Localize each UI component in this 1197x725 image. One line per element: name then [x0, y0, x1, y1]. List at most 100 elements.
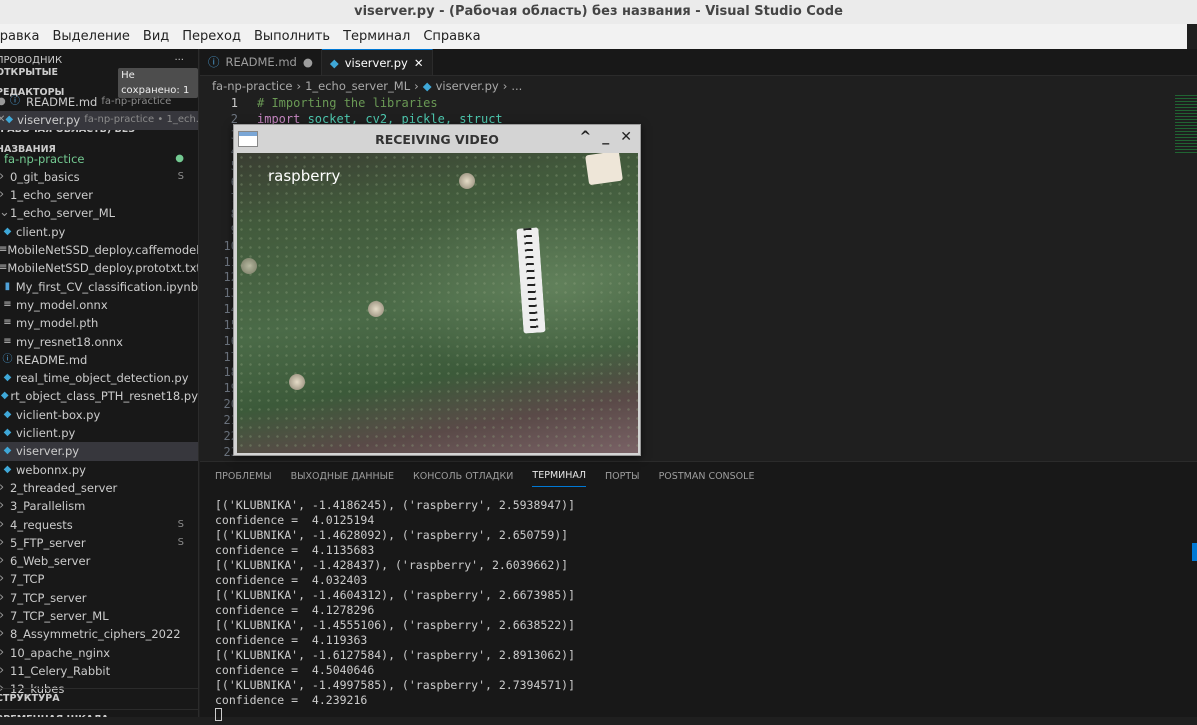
minimap[interactable] [1175, 95, 1197, 155]
tree-item-label: viserver.py [16, 444, 80, 459]
tree-item[interactable]: ›3_Parallelism [0, 497, 198, 515]
detection-label: raspberry [268, 167, 341, 185]
tab-viserver-py[interactable]: ◆ viserver.py ✕ [321, 49, 433, 75]
chevron-right-icon: › [0, 625, 10, 643]
open-editor-item[interactable]: ✕◆viserver.pyfa-np-practice • 1_ech... [0, 111, 199, 130]
chevron-right-icon: › [0, 570, 10, 588]
tree-item[interactable]: ◆ viserver.py [0, 442, 198, 461]
tree-item[interactable]: ◆ viclient-box.py [0, 406, 198, 424]
breadcrumb-item[interactable]: viserver.py [436, 79, 499, 93]
tab-README-md[interactable]: ⓘ README.md ● [200, 49, 322, 75]
panel-tab[interactable]: POSTMAN CONSOLE [659, 466, 755, 487]
terminal[interactable]: [('KLUBNIKA', -1.4186245), ('raspberry',… [200, 498, 1197, 723]
tree-item[interactable]: ›6_Web_server [0, 552, 198, 570]
tree-item[interactable]: ›10_apache_nginx [0, 644, 198, 662]
tree-item[interactable]: ≡ my_resnet18.onnx [0, 333, 198, 351]
tree-item[interactable]: ≡ my_model.onnx [0, 296, 198, 314]
tree-item[interactable]: ≡MobileNetSSD_deploy.prototxt.txt [0, 259, 198, 277]
menu-item[interactable]: Правка [0, 24, 39, 49]
video-window-titlebar[interactable]: RECEIVING VIDEO ^ _ ✕ [234, 125, 640, 153]
tree-item-label: 1_echo_server_ML [10, 206, 116, 221]
tree-item[interactable]: ›1_echo_server [0, 186, 198, 204]
tree-item[interactable]: ◆ real_time_object_detection.py [0, 369, 198, 387]
unsaved-dot-icon[interactable]: ● [0, 93, 8, 111]
panel-tab[interactable]: ТЕРМИНАЛ [532, 465, 587, 487]
tree-item[interactable]: ›11_Celery_Rabbit [0, 662, 198, 680]
git-status: S [177, 170, 184, 182]
menu-item[interactable]: Переход [182, 24, 241, 49]
tree-item[interactable]: ›7_TCP [0, 570, 198, 588]
minimize-button[interactable]: _ [602, 129, 609, 145]
tree-item[interactable]: ≡ my_model.pth [0, 314, 198, 332]
terminal-line: [('KLUBNIKA', -1.6127584), ('raspberry',… [215, 648, 576, 662]
tree-item[interactable]: ▮ My_first_CV_classification.ipynb [0, 278, 198, 296]
open-editor-desc: fa-np-practice • 1_ech... [84, 114, 199, 126]
video-window-title: RECEIVING VIDEO [375, 131, 499, 147]
python-icon: ◆ [3, 372, 12, 384]
maximize-button[interactable]: ^ [580, 129, 592, 145]
menu-item[interactable]: Вид [143, 24, 169, 49]
tree-item[interactable]: ›4_requests S [0, 516, 198, 534]
tree-item[interactable]: ⓘ README.md [0, 351, 198, 369]
tree-item-label: viclient-box.py [16, 407, 101, 422]
open-editor-desc: fa-np-practice [101, 96, 172, 107]
chevron-right-icon: › [0, 479, 10, 497]
tree-item[interactable]: ›5_FTP_server S [0, 534, 198, 552]
tree-item[interactable]: ›7_TCP_server [0, 589, 198, 607]
open-editor-item[interactable]: ●ⓘ README.mdfa-np-practice [0, 93, 198, 111]
breadcrumb: fa-np-practice › 1_echo_server_ML › ◆ viserve… [212, 79, 522, 93]
tree-item-label: 7_TCP [10, 572, 45, 587]
open-editors-section[interactable]: ОТКРЫТЫЕ РЕДАКТОРЫ Не сохранено: 1 [0, 67, 198, 98]
tree-item[interactable]: ◆ viclient.py [0, 424, 198, 442]
breadcrumb-item[interactable]: 1_echo_server_ML [305, 79, 410, 93]
chevron-down-icon: ⌄ [0, 205, 10, 221]
tree-item[interactable]: ›7_TCP_server_ML [0, 607, 198, 625]
tree-item[interactable]: ›2_threaded_server [0, 479, 198, 497]
video-window[interactable]: RECEIVING VIDEO ^ _ ✕ raspberry [233, 124, 641, 456]
python-icon: ◆ [329, 55, 339, 70]
tree-item[interactable]: ◆ rt_object_class_PTH_resnet18.py [0, 387, 198, 405]
outline-section[interactable]: СТРУКТУРА [0, 689, 198, 709]
tree-item[interactable]: ◆ client.py [0, 223, 198, 241]
tree-item-label: 3_Parallelism [10, 499, 86, 514]
info-icon: ⓘ [2, 353, 13, 365]
tree-item[interactable]: ›0_git_basics S [0, 168, 198, 186]
breadcrumb-item[interactable]: ... [511, 79, 522, 93]
panel-tab[interactable]: ВЫХОДНЫЕ ДАННЫЕ [291, 466, 394, 487]
workspace-section[interactable]: (РАБОЧАЯ ОБЛАСТЬ) БЕЗ НАЗВАНИЯ [0, 124, 198, 155]
tree-item[interactable]: ≡MobileNetSSD_deploy.caffemodel [0, 241, 198, 259]
tree-item[interactable]: ◆ webonnx.py [0, 461, 198, 479]
timeline-section[interactable]: ВРЕМЕННАЯ ШКАЛА [0, 709, 198, 717]
unsaved-dot-icon[interactable]: ● [303, 55, 313, 69]
panel-tab[interactable]: КОНСОЛЬ ОТЛАДКИ [413, 466, 513, 487]
editor-tabs: ⓘ README.md ● ◆ viserver.py ✕ [200, 49, 1197, 76]
tree-item-label: 10_apache_nginx [10, 645, 111, 660]
chevron-right-icon: › [0, 644, 10, 662]
terminal-line: [('KLUBNIKA', -1.4628092), ('raspberry',… [215, 528, 569, 542]
menu-item[interactable]: Терминал [343, 24, 410, 49]
breadcrumb-item[interactable]: fa-np-practice [212, 79, 292, 93]
chevron-right-icon: › [0, 534, 10, 552]
python-icon: ◆ [3, 427, 12, 439]
tree-item-label: 5_FTP_server [10, 535, 86, 550]
close-button[interactable]: ✕ [620, 129, 632, 145]
chevron-right-icon: › [0, 168, 10, 186]
menu-item[interactable]: Выделение [52, 24, 129, 49]
explorer-sidebar: ПРОВОДНИК ··· ОТКРЫТЫЕ РЕДАКТОРЫ Не сохран… [0, 49, 199, 717]
terminal-line: [('KLUBNIKA', -1.4186245), ('raspberry',… [215, 498, 576, 512]
python-icon: ◆ [0, 390, 9, 402]
menu-item[interactable]: Выполнить [254, 24, 330, 49]
terminal-line: confidence = 4.0125194 [215, 513, 375, 527]
menu-item[interactable]: Справка [423, 24, 480, 49]
tree-item-label: 2_threaded_server [10, 480, 118, 495]
chevron-right-icon: › [0, 589, 10, 607]
tree-item-label: viclient.py [16, 426, 76, 441]
tree-item[interactable]: ⌄ 1_echo_server_ML [0, 204, 198, 222]
panel-tab[interactable]: ПРОБЛЕМЫ [215, 466, 272, 487]
panel-tab[interactable]: ПОРТЫ [605, 466, 640, 487]
bottom-panel: ПРОБЛЕМЫ ВЫХОДНЫЕ ДАННЫЕ КОНСОЛЬ ОТЛАДКИ ТЕ… [200, 461, 1197, 721]
tree-item[interactable]: ›8_Assymmetric_ciphers_2022 [0, 625, 198, 643]
close-tab-button[interactable]: ✕ [414, 56, 424, 70]
scrollbar[interactable] [1192, 543, 1197, 561]
workspace-root[interactable]: fa-np-practice ● [0, 150, 198, 168]
